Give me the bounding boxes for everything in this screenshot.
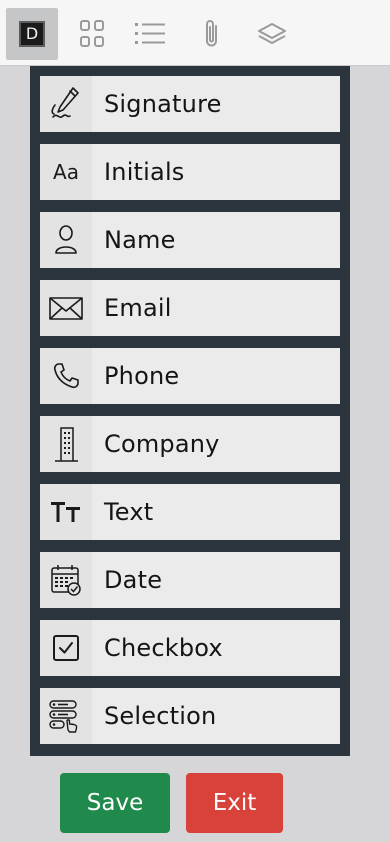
field-label: Email	[104, 294, 172, 322]
selection-list-icon	[49, 700, 78, 733]
field-label: Name	[104, 226, 176, 254]
field-icon-wrap: Aa	[40, 144, 92, 200]
building-icon	[55, 427, 78, 462]
field-icon-wrap	[40, 76, 92, 132]
field-company[interactable]: Company	[40, 416, 340, 472]
phone-icon	[53, 363, 79, 389]
field-email[interactable]: Email	[40, 280, 340, 336]
field-icon-wrap	[40, 484, 92, 540]
toolbar-layers-button[interactable]	[246, 8, 298, 60]
field-date[interactable]: Date	[40, 552, 340, 608]
toolbar-list-button[interactable]	[124, 8, 176, 60]
exit-button[interactable]: Exit	[186, 773, 283, 833]
person-icon	[55, 225, 77, 254]
field-label: Phone	[104, 362, 180, 390]
toolbar: D	[0, 0, 390, 66]
field-icon-wrap	[40, 348, 92, 404]
d-box-icon: D	[19, 21, 45, 47]
field-label: Company	[104, 430, 220, 458]
field-icon-wrap	[40, 620, 92, 676]
list-icon	[135, 23, 165, 44]
checkbox-icon	[53, 635, 79, 661]
field-icon-wrap	[40, 416, 92, 472]
field-label: Date	[104, 566, 163, 594]
field-initials[interactable]: Aa Initials	[40, 144, 340, 200]
paperclip-icon	[206, 20, 217, 47]
initials-icon: Aa	[53, 160, 79, 184]
field-icon-wrap	[40, 552, 92, 608]
field-name[interactable]: Name	[40, 212, 340, 268]
toolbar-attachment-button[interactable]	[186, 8, 238, 60]
field-signature[interactable]: Signature	[40, 76, 340, 132]
field-label: Signature	[104, 90, 222, 118]
envelope-icon	[49, 297, 83, 320]
calendar-icon	[51, 565, 81, 596]
field-checkbox[interactable]: Checkbox	[40, 620, 340, 676]
field-phone[interactable]: Phone	[40, 348, 340, 404]
save-button[interactable]: Save	[60, 773, 170, 833]
field-label: Selection	[104, 702, 217, 730]
text-size-icon	[51, 502, 80, 522]
field-label: Initials	[104, 158, 185, 186]
field-label: Checkbox	[104, 634, 223, 662]
field-text[interactable]: Text	[40, 484, 340, 540]
toolbar-grid-button[interactable]	[66, 8, 118, 60]
field-panel: Signature Aa Initials Name Email Phone C…	[30, 66, 350, 756]
field-icon-wrap	[40, 212, 92, 268]
layers-icon	[258, 23, 286, 44]
grid-icon	[80, 20, 104, 47]
field-icon-wrap	[40, 688, 92, 744]
toolbar-d-button[interactable]: D	[6, 8, 58, 60]
signature-pen-icon	[51, 87, 79, 118]
field-selection[interactable]: Selection	[40, 688, 340, 744]
field-label: Text	[104, 498, 154, 526]
field-icon-wrap	[40, 280, 92, 336]
